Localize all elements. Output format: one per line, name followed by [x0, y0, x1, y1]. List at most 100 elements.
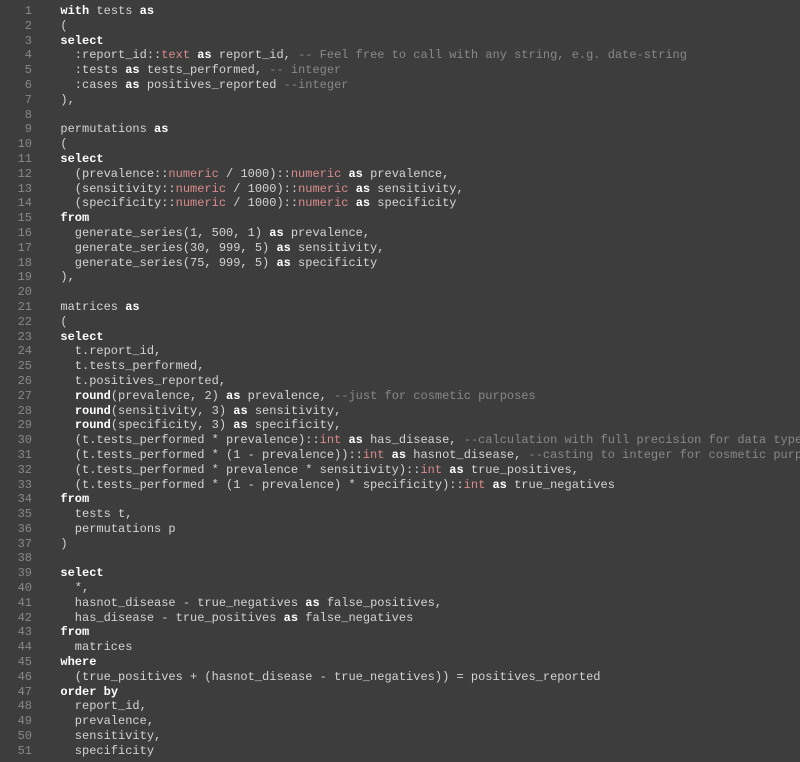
line-number: 50 [0, 729, 32, 744]
token-plain [384, 448, 391, 462]
code-line: with tests as [46, 4, 800, 19]
token-plain: prevalence, [284, 226, 370, 240]
code-line: ( [46, 137, 800, 152]
code-line: where [46, 655, 800, 670]
line-number: 46 [0, 670, 32, 685]
line-number: 48 [0, 699, 32, 714]
line-number: 7 [0, 93, 32, 108]
token-type: numeric [298, 182, 348, 196]
code-line: matrices [46, 640, 800, 655]
line-number: 35 [0, 507, 32, 522]
token-plain: report_id, [212, 48, 298, 62]
token-plain: :report_id:: [46, 48, 161, 62]
code-line: *, [46, 581, 800, 596]
token-plain: ) [46, 537, 68, 551]
token-plain: ( [46, 315, 68, 329]
code-line: specificity [46, 744, 800, 759]
code-line: round(prevalence, 2) as prevalence, --ju… [46, 389, 800, 404]
token-plain: / 1000):: [226, 196, 298, 210]
code-line: report_id, [46, 699, 800, 714]
token-plain: tests t, [46, 507, 132, 521]
token-kw: as [269, 226, 283, 240]
token-plain: hasnot_disease, [406, 448, 528, 462]
code-line: generate_series(1, 500, 1) as prevalence… [46, 226, 800, 241]
code-line: (t.tests_performed * (1 - prevalence) * … [46, 478, 800, 493]
line-number: 22 [0, 315, 32, 330]
code-line: has_disease - true_positives as false_ne… [46, 611, 800, 626]
line-number: 14 [0, 196, 32, 211]
token-plain: matrices [46, 300, 125, 314]
token-type: numeric [176, 196, 226, 210]
token-kw: from [60, 625, 89, 639]
token-type: text [161, 48, 190, 62]
token-kw: select [60, 330, 103, 344]
code-line: select [46, 566, 800, 581]
code-line: round(sensitivity, 3) as sensitivity, [46, 404, 800, 419]
token-plain: (t.tests_performed * prevalence * sensit… [46, 463, 420, 477]
code-line: ( [46, 19, 800, 34]
token-plain: hasnot_disease - true_negatives [46, 596, 305, 610]
token-plain [46, 655, 60, 669]
token-type: int [320, 433, 342, 447]
token-kw: as [226, 389, 240, 403]
line-number: 42 [0, 611, 32, 626]
token-plain: t.tests_performed, [46, 359, 204, 373]
line-number: 1 [0, 4, 32, 19]
line-number: 28 [0, 404, 32, 419]
token-kw: as [233, 418, 247, 432]
code-content[interactable]: with tests as ( select :report_id::text … [42, 0, 800, 762]
token-plain: tests_performed, [140, 63, 270, 77]
code-line: ) [46, 537, 800, 552]
token-plain: sensitivity, [248, 404, 342, 418]
line-number: 38 [0, 551, 32, 566]
token-kw: as [356, 196, 370, 210]
token-kw: as [356, 182, 370, 196]
token-plain: (t.tests_performed * prevalence):: [46, 433, 320, 447]
token-plain: (specificity:: [46, 196, 176, 210]
line-number: 33 [0, 478, 32, 493]
code-line: select [46, 152, 800, 167]
line-number: 18 [0, 256, 32, 271]
code-line: from [46, 625, 800, 640]
token-plain: specificity [46, 744, 154, 758]
line-number: 16 [0, 226, 32, 241]
token-plain [46, 625, 60, 639]
token-plain [46, 152, 60, 166]
token-plain: (specificity, 3) [111, 418, 233, 432]
line-number: 30 [0, 433, 32, 448]
token-plain: *, [46, 581, 89, 595]
token-plain: sensitivity, [46, 729, 161, 743]
line-number: 8 [0, 108, 32, 123]
token-plain: ), [46, 270, 75, 284]
code-line: from [46, 211, 800, 226]
line-number: 47 [0, 685, 32, 700]
token-plain: prevalence, [363, 167, 449, 181]
line-number: 23 [0, 330, 32, 345]
token-kw: as [305, 596, 319, 610]
token-plain: permutations p [46, 522, 176, 536]
token-plain: generate_series(75, 999, 5) [46, 256, 276, 270]
token-plain: sensitivity, [370, 182, 464, 196]
line-number: 51 [0, 744, 32, 759]
token-plain: :tests [46, 63, 125, 77]
token-type: numeric [298, 196, 348, 210]
token-kw: as [233, 404, 247, 418]
code-line: :report_id::text as report_id, -- Feel f… [46, 48, 800, 63]
token-plain: ( [46, 137, 68, 151]
line-number: 26 [0, 374, 32, 389]
line-number: 31 [0, 448, 32, 463]
token-plain: specificity [291, 256, 377, 270]
code-line: (specificity::numeric / 1000)::numeric a… [46, 196, 800, 211]
token-kw: as [125, 300, 139, 314]
code-line: tests t, [46, 507, 800, 522]
token-kw: as [125, 78, 139, 92]
token-plain: report_id, [46, 699, 147, 713]
line-number: 37 [0, 537, 32, 552]
code-line: (t.tests_performed * prevalence)::int as… [46, 433, 800, 448]
token-plain [46, 566, 60, 580]
line-number: 12 [0, 167, 32, 182]
token-plain: prevalence, [240, 389, 334, 403]
code-line: matrices as [46, 300, 800, 315]
token-plain: permutations [46, 122, 154, 136]
token-plain: generate_series(1, 500, 1) [46, 226, 269, 240]
